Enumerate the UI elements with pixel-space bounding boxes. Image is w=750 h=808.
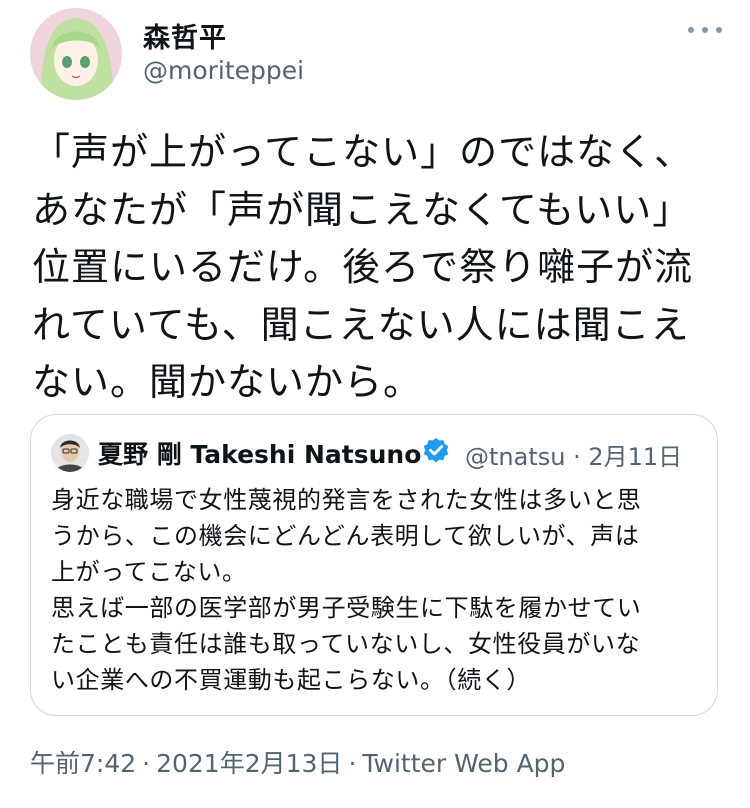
quoted-tweet[interactable]: 夏野 剛 Takeshi Natsuno @tnatsu · 2月11日 身近な… <box>30 414 718 716</box>
author-avatar[interactable] <box>30 8 122 100</box>
author-name[interactable]: 森哲平 <box>143 16 227 55</box>
quoted-handle-date: @tnatsu · 2月11日 <box>465 443 683 471</box>
anime-girl-avatar-icon <box>30 8 122 100</box>
person-avatar-icon <box>51 434 89 472</box>
verified-badge-icon <box>423 437 449 463</box>
quoted-author-avatar <box>51 434 89 472</box>
tweet-metadata: 午前7:42 · 2021年2月13日 · Twitter Web App <box>30 744 565 780</box>
tweet-date[interactable]: 2021年2月13日 <box>156 749 342 778</box>
tweet-source[interactable]: Twitter Web App <box>362 749 565 778</box>
more-options-icon[interactable] <box>688 20 722 40</box>
author-handle[interactable]: @moriteppei <box>143 56 304 85</box>
quoted-author-name: 夏野 剛 Takeshi Natsuno <box>98 440 422 469</box>
tweet-time[interactable]: 午前7:42 <box>30 749 136 778</box>
meta-separator: · <box>348 749 357 778</box>
meta-separator: · <box>142 749 151 778</box>
quoted-tweet-text: 身近な職場で女性蔑視的発言をされた女性は多いと思 うから、この機会にどんどん表明… <box>51 486 642 694</box>
tweet-text: 「声が上がってこない」のではなく、 あなたが「声が聞こえなくてもいい」 位置にい… <box>32 130 694 404</box>
